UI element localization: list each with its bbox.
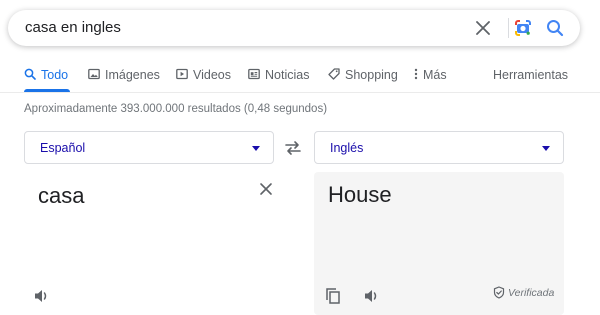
- search-icon: [24, 68, 36, 80]
- swap-languages-icon[interactable]: [283, 138, 303, 158]
- image-icon: [88, 68, 100, 80]
- translation-panel: House Verificada: [314, 172, 564, 315]
- news-icon: [248, 68, 260, 80]
- search-input[interactable]: casa en ingles: [25, 19, 121, 36]
- target-language-label: Inglés: [330, 141, 364, 155]
- google-lens-icon[interactable]: [512, 17, 534, 39]
- tab-label: Shopping: [345, 68, 398, 82]
- source-text[interactable]: casa: [38, 183, 84, 209]
- tools-button[interactable]: Herramientas: [493, 60, 568, 92]
- dropdown-caret-icon: [252, 146, 260, 151]
- copy-icon[interactable]: [324, 287, 342, 305]
- search-icon[interactable]: [544, 17, 566, 39]
- play-icon: [176, 68, 188, 80]
- verified-badge: Verificada: [493, 286, 554, 299]
- dropdown-caret-icon: [542, 146, 550, 151]
- speaker-icon[interactable]: [33, 287, 51, 305]
- close-icon[interactable]: [472, 17, 494, 39]
- searchbar-divider: [508, 18, 509, 38]
- tab-todo[interactable]: Todo: [24, 60, 68, 92]
- search-tabs: Todo Imágenes Videos Noticias Shopping M…: [0, 60, 600, 92]
- tab-noticias[interactable]: Noticias: [248, 60, 309, 92]
- source-language-label: Español: [40, 141, 86, 155]
- tab-imagenes[interactable]: Imágenes: [88, 60, 160, 92]
- tab-label: Noticias: [265, 68, 310, 82]
- tab-videos[interactable]: Videos: [176, 60, 231, 92]
- search-bar[interactable]: casa en ingles: [8, 10, 580, 46]
- tab-label: Todo: [41, 68, 69, 82]
- verified-shield-icon: [493, 286, 505, 299]
- tools-label: Herramientas: [493, 68, 569, 82]
- result-stats: Aproximadamente 393.000.000 resultados (…: [24, 103, 328, 115]
- tab-shopping[interactable]: Shopping: [328, 60, 398, 92]
- tab-label: Más: [423, 68, 447, 82]
- speaker-icon[interactable]: [363, 287, 381, 305]
- tabs-divider: [0, 92, 600, 93]
- translated-text: House: [328, 182, 392, 207]
- tag-icon: [328, 68, 340, 80]
- tab-label: Videos: [193, 68, 231, 82]
- more-vert-icon: [414, 68, 418, 80]
- verified-label: Verificada: [508, 286, 555, 299]
- target-language-select[interactable]: Inglés: [314, 131, 564, 164]
- tab-label: Imágenes: [105, 68, 160, 82]
- source-language-select[interactable]: Español: [24, 131, 274, 164]
- clear-source-icon[interactable]: [258, 181, 276, 199]
- tab-mas[interactable]: Más: [414, 60, 447, 92]
